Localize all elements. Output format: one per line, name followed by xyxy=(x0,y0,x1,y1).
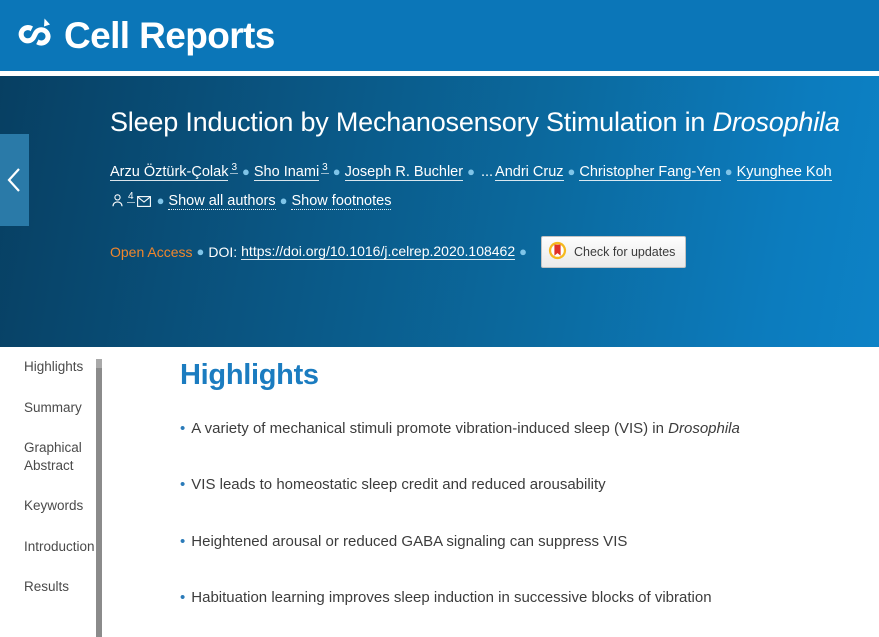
chevron-left-icon xyxy=(7,168,20,192)
author-link-6[interactable]: Kyunghee Koh xyxy=(736,163,832,181)
highlight-text-italic: Drosophila xyxy=(668,420,740,437)
article-title-italic: Drosophila xyxy=(712,107,840,137)
list-item: • A variety of mechanical stimuli promot… xyxy=(180,419,859,439)
crossmark-bookmark-icon xyxy=(548,241,567,263)
highlight-text: Habituation learning improves sleep indu… xyxy=(191,588,712,606)
author-link-1[interactable]: Arzu Öztürk-Çolak xyxy=(110,163,229,181)
sidebar-item-introduction[interactable]: Introduction xyxy=(24,538,100,556)
author-separator: ● xyxy=(724,163,733,179)
list-item: • Heightened arousal or reduced GABA sig… xyxy=(180,532,859,552)
article-banner: Sleep Induction by Mechanosensory Stimul… xyxy=(0,76,879,347)
author-separator: ● xyxy=(279,192,288,208)
check-for-updates-label: Check for updates xyxy=(573,244,676,259)
show-all-authors-link[interactable]: Show all authors xyxy=(168,192,276,210)
author-link-3[interactable]: Joseph R. Buchler xyxy=(344,163,464,181)
highlight-text: Heightened arousal or reduced GABA signa… xyxy=(191,532,628,550)
bullet-icon: • xyxy=(180,476,186,494)
article-meta-row: Open Access ● DOI: https://doi.org/10.10… xyxy=(110,235,859,268)
envelope-icon[interactable] xyxy=(136,189,151,218)
author-link-4[interactable]: Andri Cruz xyxy=(495,163,564,181)
page-title: Sleep Induction by Mechanosensory Stimul… xyxy=(110,105,840,141)
meta-separator: ● xyxy=(196,244,205,260)
doi-link[interactable]: https://doi.org/10.1016/j.celrep.2020.10… xyxy=(241,243,516,261)
author-separator: ● xyxy=(242,163,250,179)
author-ellipsis: ... xyxy=(480,163,494,180)
bullet-icon: • xyxy=(180,532,186,550)
doi-label: DOI: xyxy=(208,243,238,260)
author-list: Arzu Öztürk-Çolak 3 ● Sho Inami 3 ● Joseph R. … xyxy=(110,158,832,218)
author-affiliation-6[interactable]: 4 xyxy=(127,191,135,204)
sidebar-item-keywords[interactable]: Keywords xyxy=(24,497,100,515)
journal-title[interactable]: Cell Reports xyxy=(64,17,275,54)
article-body: Highlights Summary Graphical Abstract Ke… xyxy=(0,347,879,637)
meta-separator: ● xyxy=(519,244,527,260)
article-title-main: Sleep Induction by Mechanosensory Stimul… xyxy=(110,107,713,137)
highlight-text: A variety of mechanical stimuli promote … xyxy=(191,419,740,439)
open-access-label[interactable]: Open Access xyxy=(110,244,193,260)
main-content: Highlights • A variety of mechanical sti… xyxy=(121,347,879,637)
bullet-icon: • xyxy=(180,420,186,437)
author-separator: ● xyxy=(467,163,475,179)
author-link-5[interactable]: Christopher Fang-Yen xyxy=(579,163,721,181)
section-heading-highlights: Highlights xyxy=(180,359,319,391)
list-item: • VIS leads to homeostatic sleep credit … xyxy=(180,475,859,495)
person-icon xyxy=(112,189,123,218)
highlight-text: VIS leads to homeostatic sleep credit an… xyxy=(191,476,606,494)
cell-press-loop-icon[interactable] xyxy=(14,16,54,56)
author-affiliation-2[interactable]: 3 xyxy=(321,162,329,175)
sidebar-item-highlights[interactable]: Highlights xyxy=(24,358,100,376)
list-item: • Habituation learning improves sleep in… xyxy=(180,588,859,608)
sidebar-item-results[interactable]: Results xyxy=(24,578,100,596)
toc-sidebar: Highlights Summary Graphical Abstract Ke… xyxy=(0,347,121,637)
toc-scrollbar[interactable] xyxy=(96,359,102,637)
show-footnotes-link[interactable]: Show footnotes xyxy=(291,192,392,210)
highlight-text-lead: A variety of mechanical stimuli promote … xyxy=(191,420,669,437)
author-separator: ● xyxy=(567,163,576,179)
journal-masthead: Cell Reports xyxy=(0,0,879,71)
author-separator: ● xyxy=(332,163,341,179)
author-affiliation-1[interactable]: 3 xyxy=(230,162,239,175)
author-separator: ● xyxy=(156,192,165,208)
sidebar-item-graphical-abstract[interactable]: Graphical Abstract xyxy=(24,439,100,474)
sidebar-collapse-tab[interactable] xyxy=(0,134,29,226)
check-for-updates-button[interactable]: Check for updates xyxy=(540,235,687,268)
bullet-icon: • xyxy=(180,588,186,606)
sidebar-item-summary[interactable]: Summary xyxy=(24,399,100,417)
author-link-2[interactable]: Sho Inami xyxy=(253,163,320,181)
